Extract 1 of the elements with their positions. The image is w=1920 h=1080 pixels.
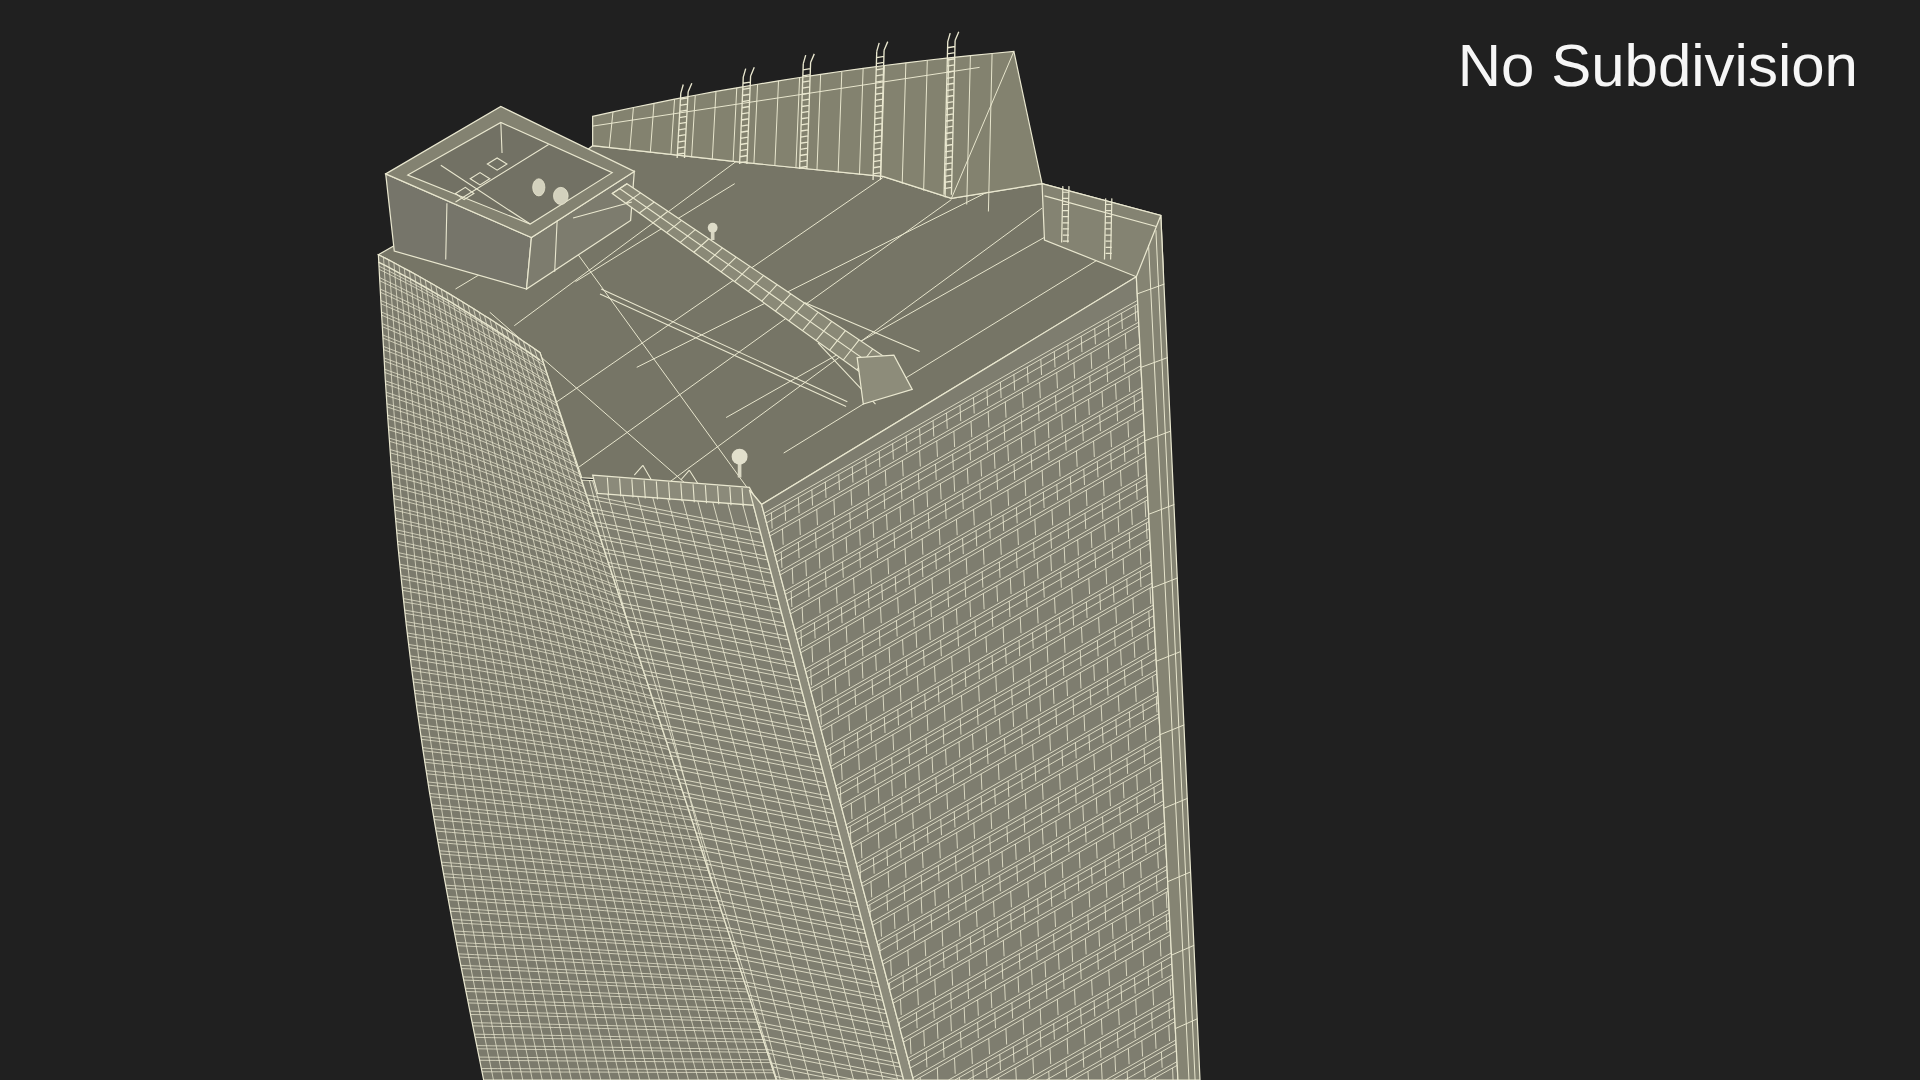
viewport-label: No Subdivision (1457, 36, 1858, 96)
